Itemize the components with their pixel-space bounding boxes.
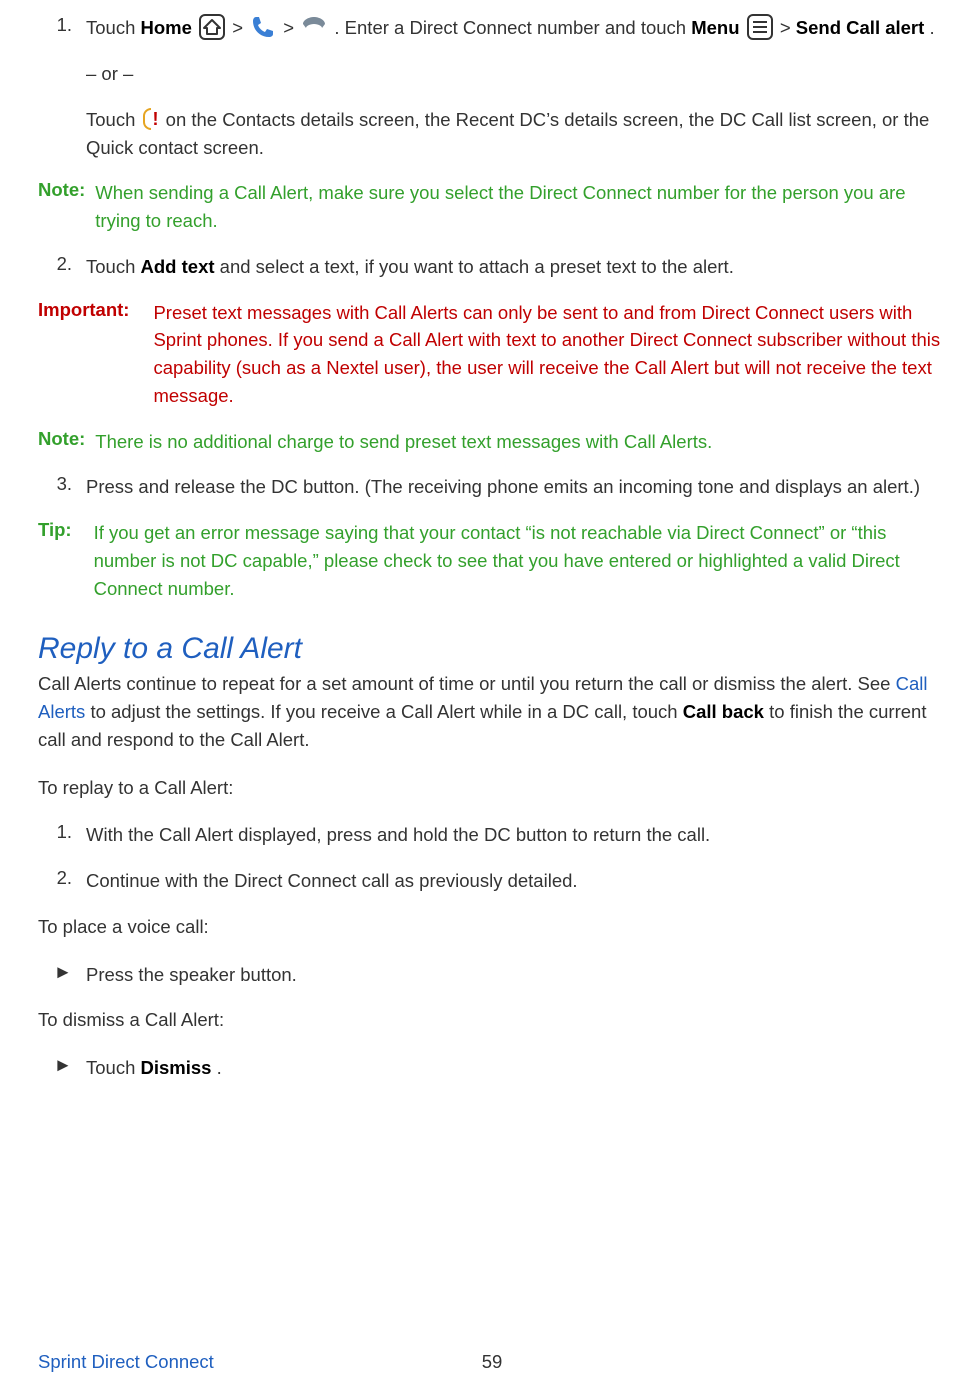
text: on the Contacts details screen, the Rece…: [86, 109, 929, 158]
text: . Enter a Direct Connect number and touc…: [334, 17, 691, 38]
replay-step-1: 1. With the Call Alert displayed, press …: [38, 821, 946, 849]
text: Touch: [86, 109, 141, 130]
step-2-body: Touch Add text and select a text, if you…: [86, 253, 946, 281]
add-text-label: Add text: [141, 256, 215, 277]
page-number: 59: [482, 1351, 503, 1373]
step-2-number: 2.: [38, 253, 86, 275]
section-heading: Reply to a Call Alert: [38, 632, 946, 666]
step-1-number: 1.: [38, 14, 86, 36]
phone-icon: [250, 14, 276, 40]
call-back-label: Call back: [683, 701, 764, 722]
home-label: Home: [141, 17, 192, 38]
dismiss-label: Dismiss: [141, 1057, 212, 1078]
note-body: When sending a Call Alert, make sure you…: [95, 179, 946, 235]
voice-step-1: ► Press the speaker button.: [38, 961, 946, 989]
arrow-bullet: ►: [38, 961, 86, 983]
step-body: Press the speaker button.: [86, 961, 946, 989]
text: to adjust the settings. If you receive a…: [90, 701, 682, 722]
handset-icon: [301, 14, 327, 40]
step-body: With the Call Alert displayed, press and…: [86, 821, 946, 849]
home-icon: [199, 14, 225, 40]
menu-label: Menu: [691, 17, 739, 38]
tip: Tip: If you get an error message saying …: [38, 519, 946, 602]
text: Touch: [86, 17, 141, 38]
text: >: [232, 17, 248, 38]
arrow-bullet: ►: [38, 1054, 86, 1076]
note-label: Note:: [38, 428, 95, 450]
dismiss-heading: To dismiss a Call Alert:: [38, 1006, 946, 1034]
step-number: 2.: [38, 867, 86, 889]
step-3: 3. Press and release the DC button. (The…: [38, 473, 946, 501]
text: .: [217, 1057, 222, 1078]
page-root: { "step1": { "num": "1.", "t1": "Touch "…: [0, 0, 974, 1397]
call-alert-icon: !: [143, 108, 159, 130]
page-footer: Sprint Direct Connect 59: [38, 1351, 946, 1373]
tip-body: If you get an error message saying that …: [94, 519, 946, 602]
menu-icon: [747, 14, 773, 40]
step-number: 1.: [38, 821, 86, 843]
step-1b: Touch ! on the Contacts details screen, …: [86, 106, 946, 162]
step-body: Continue with the Direct Connect call as…: [86, 867, 946, 895]
text: Touch: [86, 256, 141, 277]
text: >: [780, 17, 796, 38]
send-call-alert-label: Send Call alert: [796, 17, 925, 38]
note-2: Note: There is no additional charge to s…: [38, 428, 946, 456]
text: .: [929, 17, 934, 38]
important-body: Preset text messages with Call Alerts ca…: [153, 299, 946, 410]
footer-section: Sprint Direct Connect: [38, 1351, 214, 1373]
important-label: Important:: [38, 299, 153, 321]
text: Touch: [86, 1057, 141, 1078]
step-body: Touch Dismiss .: [86, 1054, 946, 1082]
note-body: There is no additional charge to send pr…: [95, 428, 946, 456]
voice-heading: To place a voice call:: [38, 913, 946, 941]
step-3-body: Press and release the DC button. (The re…: [86, 473, 946, 501]
important: Important: Preset text messages with Cal…: [38, 299, 946, 410]
note-label: Note:: [38, 179, 95, 201]
note-1: Note: When sending a Call Alert, make su…: [38, 179, 946, 235]
step-2: 2. Touch Add text and select a text, if …: [38, 253, 946, 281]
dismiss-step-1: ► Touch Dismiss .: [38, 1054, 946, 1082]
step-1: 1. Touch Home > > . Enter a Direct Conne…: [38, 14, 946, 42]
replay-step-2: 2. Continue with the Direct Connect call…: [38, 867, 946, 895]
step-3-number: 3.: [38, 473, 86, 495]
text: >: [283, 17, 299, 38]
text: and select a text, if you want to attach…: [220, 256, 734, 277]
replay-heading: To replay to a Call Alert:: [38, 774, 946, 802]
intro-paragraph: Call Alerts continue to repeat for a set…: [38, 670, 946, 753]
tip-label: Tip:: [38, 519, 94, 541]
or-text: – or –: [86, 60, 946, 88]
step-1-body: Touch Home > > . Enter a Direct Connect …: [86, 14, 946, 42]
text: Call Alerts continue to repeat for a set…: [38, 673, 896, 694]
